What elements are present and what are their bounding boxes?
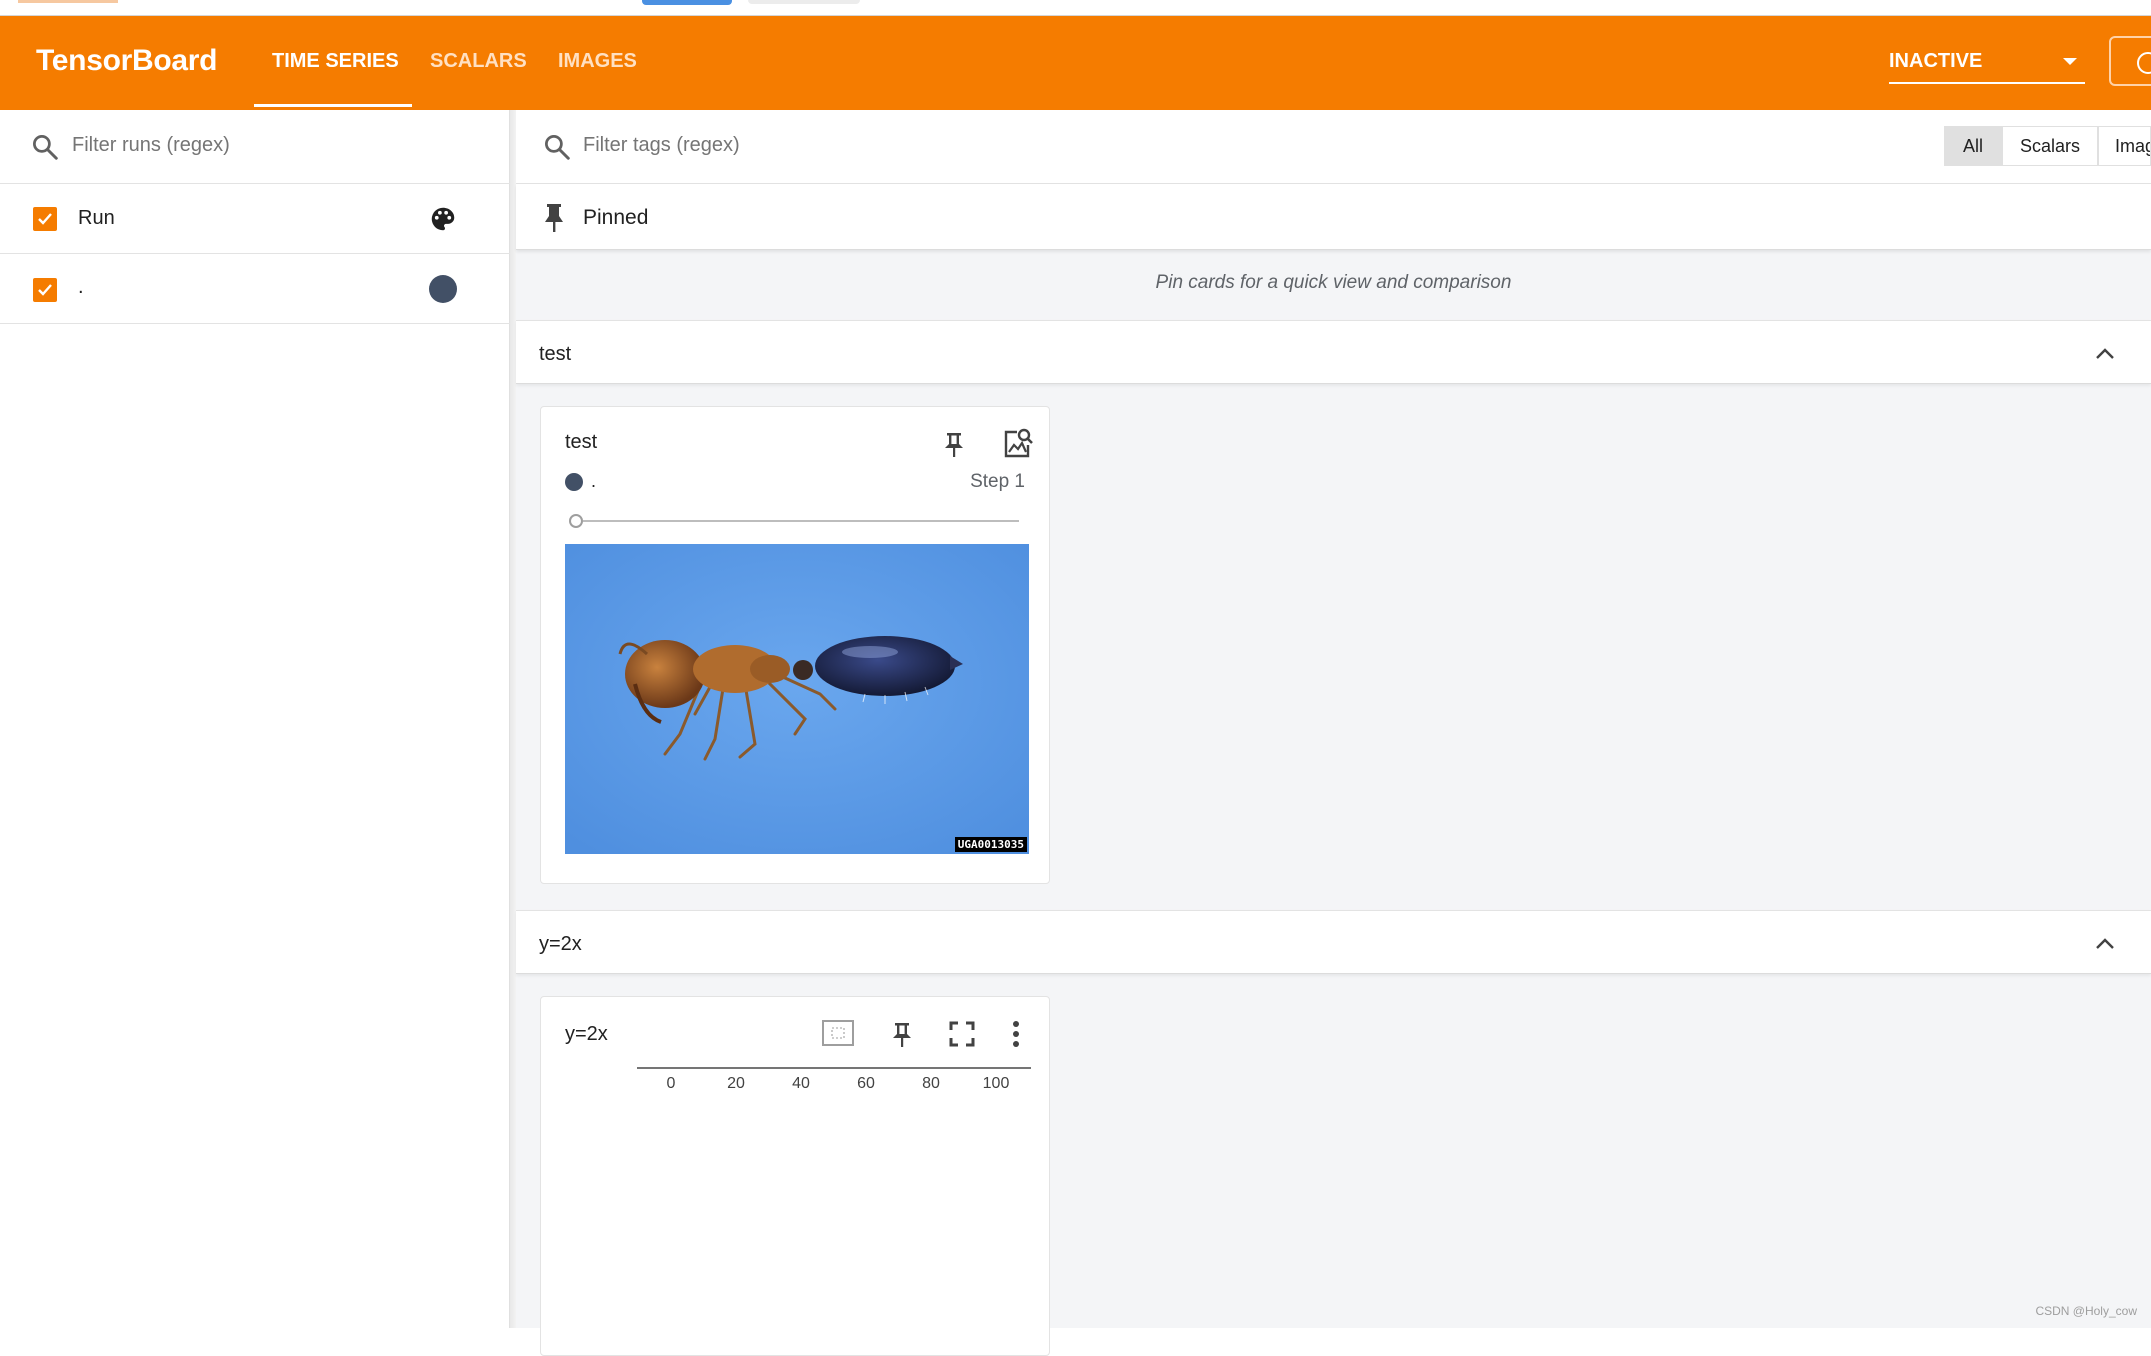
ant-image[interactable]: UGA0013035 <box>565 544 1029 854</box>
fullscreen-icon[interactable] <box>949 1021 975 1047</box>
reload-status-select[interactable]: INACTIVE <box>1889 46 2085 84</box>
pinned-section-header: Pinned <box>516 184 2151 250</box>
tag-filter-input[interactable]: Filter tags (regex) <box>583 134 740 157</box>
browser-tab-inactive[interactable] <box>748 0 860 4</box>
step-label: Step 1 <box>970 471 1025 492</box>
tab-images[interactable]: IMAGES <box>558 50 637 73</box>
app-toolbar: TensorBoard TIME SERIES SCALARS IMAGES I… <box>0 16 2151 110</box>
runs-filter-input[interactable]: Filter runs (regex) <box>72 134 230 157</box>
run-checkbox[interactable] <box>33 278 57 302</box>
x-tick-label: 100 <box>982 1075 1010 1092</box>
pinned-empty-message: Pin cards for a quick view and compariso… <box>1155 272 1512 293</box>
filter-images-toggle[interactable]: Imag <box>2098 126 2151 166</box>
x-tick-label: 60 <box>857 1075 875 1092</box>
chart-x-axis <box>637 1067 1031 1069</box>
run-row: . <box>0 254 510 324</box>
image-caption: UGA0013035 <box>954 837 1027 852</box>
refresh-icon <box>2137 52 2151 74</box>
select-all-runs-checkbox[interactable] <box>33 207 57 231</box>
reload-button[interactable] <box>2109 36 2151 86</box>
filter-scalars-toggle[interactable]: Scalars <box>2002 126 2098 166</box>
card-title: test <box>565 431 598 453</box>
browser-tab-strip <box>0 0 2151 16</box>
main-content: Filter tags (regex) All Scalars Imag Pin… <box>516 110 2151 1356</box>
tag-filter-bar: Filter tags (regex) All Scalars Imag <box>516 110 2151 184</box>
step-slider-track[interactable] <box>583 520 1019 522</box>
pinned-title: Pinned <box>583 206 649 229</box>
x-tick-label: 0 <box>666 1075 676 1092</box>
step-slider-thumb[interactable] <box>569 514 583 528</box>
image-card: test . Step 1 UGA0013035 <box>540 406 1050 884</box>
watermark: CSDN @Holy_cow <box>2035 1304 2137 1318</box>
filter-all-toggle[interactable]: All <box>1944 126 2002 166</box>
chevron-up-icon[interactable] <box>2095 937 2115 951</box>
more-vert-icon[interactable] <box>1011 1019 1021 1049</box>
x-tick-label: 80 <box>922 1075 940 1092</box>
checkmark-icon <box>38 213 52 225</box>
card-title: y=2x <box>565 1023 608 1045</box>
image-search-icon[interactable] <box>1001 427 1035 461</box>
card-run-name: . <box>591 471 597 491</box>
checkmark-icon <box>38 284 52 296</box>
run-row-header: Run <box>0 184 510 254</box>
pin-icon[interactable] <box>891 1021 913 1049</box>
pin-icon[interactable] <box>943 431 965 459</box>
chevron-down-icon <box>2063 58 2077 65</box>
fit-domain-icon[interactable] <box>821 1019 855 1047</box>
active-tab-indicator <box>254 104 412 107</box>
x-tick-label: 20 <box>727 1075 745 1092</box>
group-header-test[interactable]: test <box>516 320 2151 384</box>
runs-filter[interactable]: Filter runs (regex) <box>0 110 510 184</box>
chevron-up-icon[interactable] <box>2095 347 2115 361</box>
search-icon <box>545 135 570 160</box>
browser-tab-active[interactable] <box>642 0 732 5</box>
ant-illustration <box>565 544 1029 854</box>
run-name: . <box>78 276 84 298</box>
group-title: test <box>539 343 572 365</box>
app-title: TensorBoard <box>36 44 218 77</box>
x-tick-label: 40 <box>792 1075 810 1092</box>
tab-time-series[interactable]: TIME SERIES <box>272 50 399 73</box>
pin-icon <box>545 204 563 232</box>
reload-status-value: INACTIVE <box>1889 50 1983 72</box>
run-column-label: Run <box>78 207 115 229</box>
browser-tab-indicator <box>18 0 118 3</box>
runs-sidebar: Filter runs (regex) Run . <box>0 110 510 1328</box>
search-icon <box>33 135 58 160</box>
group-title: y=2x <box>539 933 582 955</box>
run-color-dot <box>565 473 583 491</box>
palette-icon[interactable] <box>428 204 458 234</box>
scalar-card: y=2x 0 20 40 60 80 100 <box>540 996 1050 1356</box>
group-header-y2x[interactable]: y=2x <box>516 910 2151 974</box>
run-color-swatch[interactable] <box>429 275 457 303</box>
tab-scalars[interactable]: SCALARS <box>430 50 527 73</box>
